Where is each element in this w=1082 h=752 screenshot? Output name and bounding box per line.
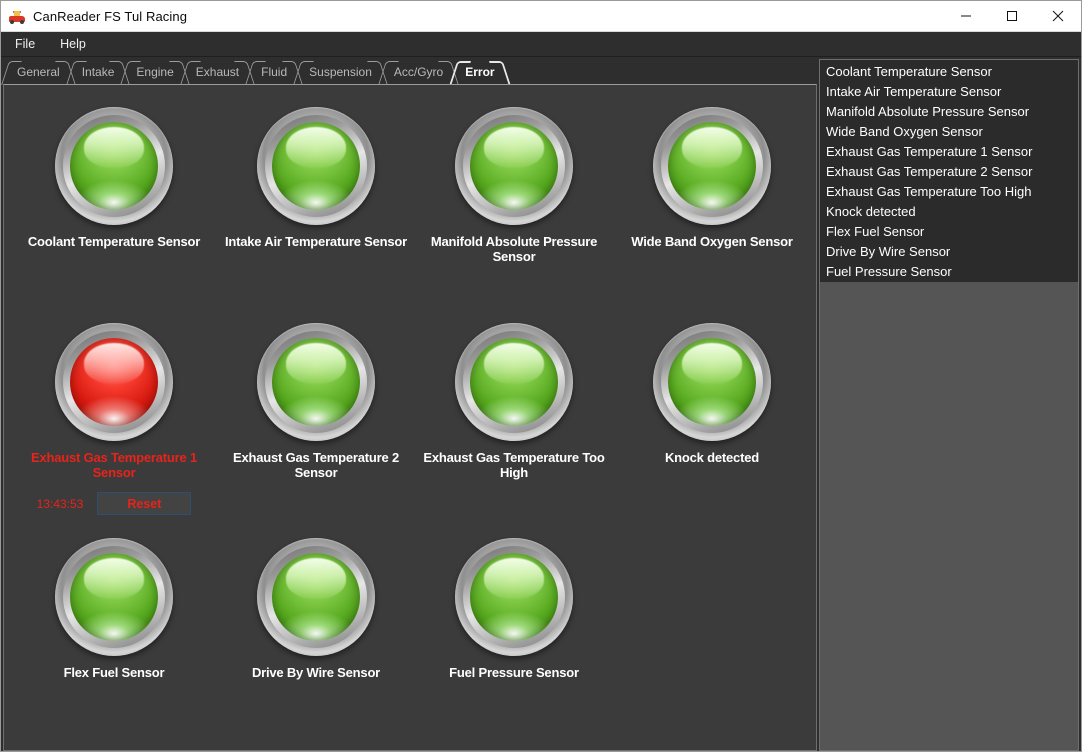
race-car-icon: [9, 8, 25, 24]
tab-strip: General Intake Engine Exhaust Fluid Susp…: [1, 57, 819, 84]
tab-intake-label: Intake: [81, 64, 115, 79]
menu-item-help[interactable]: Help: [49, 34, 97, 54]
led-label: Exhaust Gas Temperature 2 Sensor: [233, 450, 399, 480]
led-indicator[interactable]: [653, 107, 771, 225]
led-label: Wide Band Oxygen Sensor: [631, 234, 793, 249]
tab-engine[interactable]: Engine: [124, 59, 182, 84]
tab-area: General Intake Engine Exhaust Fluid Susp…: [1, 57, 819, 751]
led-indicator[interactable]: [257, 107, 375, 225]
list-item[interactable]: Exhaust Gas Temperature 2 Sensor: [820, 162, 1078, 182]
led-cell-exhaust-gas-temperature-too-high[interactable]: Exhaust Gas Temperature Too High: [414, 323, 614, 480]
tab-suspension-label: Suspension: [309, 64, 372, 79]
led-label: Coolant Temperature Sensor: [27, 234, 201, 249]
tab-intake[interactable]: Intake: [70, 59, 124, 84]
maximize-icon[interactable]: [989, 1, 1035, 31]
list-item[interactable]: Wide Band Oxygen Sensor: [820, 122, 1078, 142]
led-grid: Coolant Temperature Sensor Intake Air Te…: [4, 85, 816, 750]
tab-acc-gyro-label: Acc/Gyro: [393, 64, 444, 79]
tab-engine-label: Engine: [136, 64, 174, 79]
menu-bar: File Help: [1, 32, 1081, 57]
led-label: Flex Fuel Sensor: [63, 665, 165, 680]
led-cell-exhaust-gas-temperature-2-sensor[interactable]: Exhaust Gas Temperature 2 Sensor: [216, 323, 416, 480]
led-label: Drive By Wire Sensor: [251, 665, 381, 680]
led-indicator[interactable]: [455, 538, 573, 656]
tab-fluid[interactable]: Fluid: [249, 59, 296, 84]
led-indicator[interactable]: [257, 323, 375, 441]
list-item[interactable]: Flex Fuel Sensor: [820, 222, 1078, 242]
led-cell-exhaust-gas-temperature-1-sensor[interactable]: Exhaust Gas Temperature 1 Sensor 13:43:5…: [14, 323, 214, 515]
alarm-timestamp: 13:43:53: [36, 496, 84, 511]
window-title: CanReader FS Tul Racing: [33, 8, 188, 24]
tab-fluid-label: Fluid: [261, 64, 288, 79]
application-window: CanReader FS Tul Racing File Help Genera…: [0, 0, 1082, 752]
led-indicator[interactable]: [55, 538, 173, 656]
tab-exhaust[interactable]: Exhaust: [184, 59, 248, 84]
led-cell-intake-air-temperature-sensor[interactable]: Intake Air Temperature Sensor: [216, 107, 416, 249]
main-body: General Intake Engine Exhaust Fluid Susp…: [1, 57, 1081, 751]
led-cell-drive-by-wire-sensor[interactable]: Drive By Wire Sensor: [216, 538, 416, 680]
led-label: Intake Air Temperature Sensor: [224, 234, 408, 249]
led-cell-fuel-pressure-sensor[interactable]: Fuel Pressure Sensor: [414, 538, 614, 680]
tab-general[interactable]: General: [5, 59, 69, 84]
tab-acc-gyro[interactable]: Acc/Gyro: [382, 59, 452, 84]
led-indicator[interactable]: [653, 323, 771, 441]
list-item[interactable]: Manifold Absolute Pressure Sensor: [820, 102, 1078, 122]
list-item[interactable]: Exhaust Gas Temperature Too High: [820, 182, 1078, 202]
list-item[interactable]: Exhaust Gas Temperature 1 Sensor: [820, 142, 1078, 162]
tab-error-label: Error: [465, 64, 495, 79]
tab-error[interactable]: Error: [453, 59, 503, 84]
led-indicator[interactable]: [257, 538, 375, 656]
reset-button[interactable]: Reset: [97, 492, 192, 515]
led-cell-manifold-absolute-pressure-sensor[interactable]: Manifold Absolute Pressure Sensor: [414, 107, 614, 264]
tab-suspension[interactable]: Suspension: [297, 59, 381, 84]
menu-item-file[interactable]: File: [4, 34, 46, 54]
led-indicator[interactable]: [455, 107, 573, 225]
list-item[interactable]: Intake Air Temperature Sensor: [820, 82, 1078, 102]
list-item[interactable]: Knock detected: [820, 202, 1078, 222]
list-item[interactable]: Fuel Pressure Sensor: [820, 262, 1078, 282]
led-label: Fuel Pressure Sensor: [449, 665, 579, 680]
led-indicator-alarm[interactable]: [55, 323, 173, 441]
led-cell-knock-detected[interactable]: Knock detected: [612, 323, 812, 465]
list-item[interactable]: Coolant Temperature Sensor: [820, 62, 1078, 82]
close-icon[interactable]: [1035, 1, 1081, 31]
led-cell-wide-band-oxygen-sensor[interactable]: Wide Band Oxygen Sensor: [612, 107, 812, 249]
led-label: Exhaust Gas Temperature Too High: [423, 450, 605, 480]
list-item[interactable]: Drive By Wire Sensor: [820, 242, 1078, 262]
error-tab-page: Coolant Temperature Sensor Intake Air Te…: [3, 84, 817, 751]
alarm-controls: 13:43:53 Reset: [14, 492, 214, 515]
led-indicator[interactable]: [55, 107, 173, 225]
led-cell-flex-fuel-sensor[interactable]: Flex Fuel Sensor: [14, 538, 214, 680]
led-label: Knock detected: [664, 450, 759, 465]
led-cell-coolant-temperature-sensor[interactable]: Coolant Temperature Sensor: [14, 107, 214, 249]
minimize-icon[interactable]: [943, 1, 989, 31]
led-label-alarm: Exhaust Gas Temperature 1 Sensor: [31, 450, 197, 480]
led-label: Manifold Absolute Pressure Sensor: [430, 234, 598, 264]
error-list[interactable]: Coolant Temperature Sensor Intake Air Te…: [819, 59, 1079, 751]
tab-exhaust-label: Exhaust: [195, 64, 240, 79]
window-controls: [943, 1, 1081, 31]
error-list-items: Coolant Temperature Sensor Intake Air Te…: [820, 60, 1078, 282]
error-sidebar: Coolant Temperature Sensor Intake Air Te…: [819, 57, 1081, 751]
led-indicator[interactable]: [455, 323, 573, 441]
title-bar: CanReader FS Tul Racing: [1, 1, 1081, 32]
tab-general-label: General: [17, 64, 60, 79]
